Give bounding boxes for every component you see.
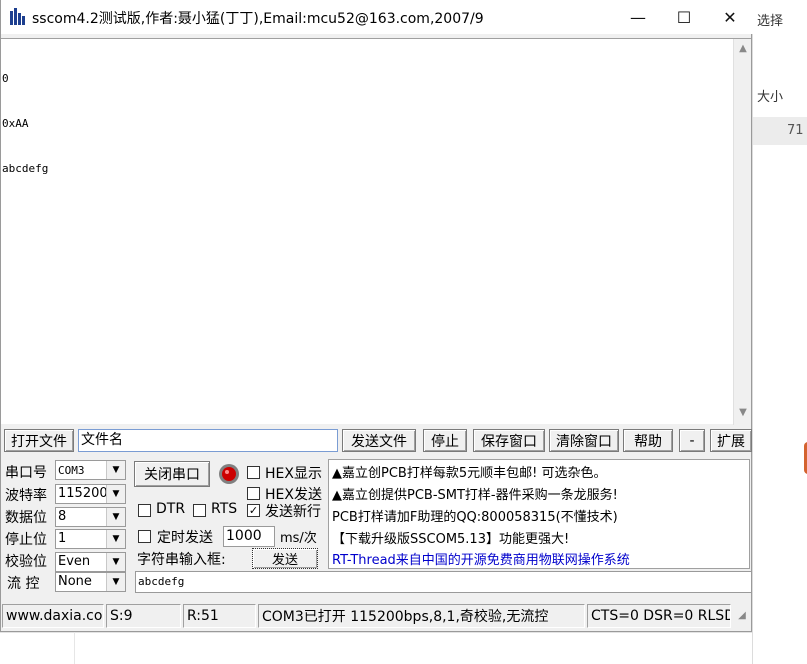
background-bottom-area [0,632,752,664]
port-select[interactable]: COM3 ▼ [55,460,126,480]
bg-label-size: 大小 [757,90,784,105]
minimize-button[interactable]: — [615,0,661,34]
databits-select-value: 8 [58,509,67,524]
parity-select-value: Even [58,554,91,569]
databits-select[interactable]: 8 ▼ [55,507,126,527]
background-divider [74,632,75,664]
hex-display-checkbox[interactable] [247,466,260,479]
help-button[interactable]: 帮助 [623,429,673,452]
info-panel: ▲嘉立创PCB打样每款5元顺丰包邮! 可选杂色。 ▲嘉立创提供PCB-SMT打样… [328,459,750,569]
baud-label: 波特率 [5,488,47,504]
info-line-1[interactable]: ▲嘉立创PCB打样每款5元顺丰包邮! 可选杂色。 [332,462,606,481]
hex-send-checkbox[interactable] [247,487,260,500]
dtr-label: DTR [156,501,186,517]
save-window-button[interactable]: 保存窗口 [473,429,545,452]
databits-label: 数据位 [5,510,47,526]
filename-field[interactable]: 文件名 [78,429,338,452]
close-port-button[interactable]: 关闭串口 [134,461,210,487]
port-status-led-icon [219,464,239,484]
parity-select[interactable]: Even ▼ [55,552,126,572]
status-port-state: COM3已打开 115200bps,8,1,奇校验,无流控 [258,604,585,628]
status-bar: www.daxia.com S:9 R:51 COM3已打开 115200bps… [1,604,753,630]
vertical-scrollbar[interactable]: ▲ ▼ [733,39,751,425]
string-input-label: 字符串输入框: [137,552,226,568]
bg-label-select: 选择 [757,14,784,29]
interval-input[interactable]: 1000 [223,526,275,547]
chevron-down-icon: ▼ [106,553,125,571]
flow-select[interactable]: None ▼ [55,572,126,592]
stopbits-select[interactable]: 1 ▼ [55,529,126,549]
timed-send-checkbox[interactable] [138,530,151,543]
rts-label: RTS [211,501,238,517]
collapse-button[interactable]: - [679,429,705,452]
baud-select-value: 115200 [58,486,108,501]
receive-line: 0xAA [2,117,29,130]
baud-select[interactable]: 115200 ▼ [55,484,126,504]
info-line-2[interactable]: ▲嘉立创提供PCB-SMT打样-器件采购一条龙服务! [332,484,618,503]
receive-text: 0 0xAA abcdefg [2,41,48,206]
send-newline-checkbox[interactable]: ✓ [247,504,260,517]
chevron-down-icon: ▼ [106,461,125,479]
send-file-button[interactable]: 发送文件 [342,429,416,452]
maximize-button[interactable]: ☐ [661,0,707,34]
scroll-up-icon[interactable]: ▲ [734,41,752,57]
receive-line: 0 [2,72,9,85]
hex-display-label: HEX显示 [265,466,322,482]
bg-selected-row: 71 [753,117,807,145]
chevron-down-icon: ▼ [106,573,125,591]
chevron-down-icon: ▼ [106,485,125,503]
status-website[interactable]: www.daxia.com [2,604,104,628]
info-line-3[interactable]: PCB打样请加F助理的QQ:800058315(不懂技术) [332,506,618,525]
status-modem-lines: CTS=0 DSR=0 RLSD=0 [587,604,731,628]
app-icon [10,8,25,25]
rts-checkbox[interactable] [193,504,206,517]
expand-button[interactable]: 扩展 [710,429,752,452]
scroll-down-icon[interactable]: ▼ [734,405,752,421]
open-file-button[interactable]: 打开文件 [4,429,74,452]
bg-row-value: 71 [787,123,804,138]
status-sent-count: S:9 [106,604,181,628]
stopbits-select-value: 1 [58,531,67,546]
send-input[interactable]: abcdefg [135,571,752,593]
timed-send-label: 定时发送 [157,530,213,546]
close-button[interactable]: ✕ [707,0,753,34]
clear-window-button[interactable]: 清除窗口 [549,429,619,452]
receive-line: abcdefg [2,162,49,175]
title-bar[interactable]: sscom4.2测试版,作者:聂小猛(丁丁),Email:mcu52@163.c… [1,0,753,34]
port-select-value: COM3 [58,464,85,477]
status-received-count: R:51 [183,604,256,628]
send-button[interactable]: 发送 [252,548,318,569]
dtr-checkbox[interactable] [138,504,151,517]
send-newline-label: 发送新行 [265,504,321,520]
flow-label: 流 控 [7,576,40,592]
port-label: 串口号 [5,465,47,481]
parity-label: 校验位 [5,554,47,570]
flow-select-value: None [58,574,92,589]
receive-area[interactable]: 0 0xAA abcdefg ▲ ▼ [1,38,751,425]
resize-grip-icon[interactable]: ◢ [733,604,751,628]
window-title: sscom4.2测试版,作者:聂小猛(丁丁),Email:mcu52@163.c… [32,11,484,27]
chevron-down-icon: ▼ [106,530,125,548]
info-line-4[interactable]: 【下载升级版SSCOM5.13】功能更强大! [332,528,569,547]
sscom-window: sscom4.2测试版,作者:聂小猛(丁丁),Email:mcu52@163.c… [0,0,753,632]
stop-button[interactable]: 停止 [423,429,467,452]
interval-unit-label: ms/次 [280,531,317,546]
stopbits-label: 停止位 [5,532,47,548]
chevron-down-icon: ▼ [106,508,125,526]
background-window: 选择 大小 71 [752,0,807,664]
info-link-rtthread[interactable]: RT-Thread来自中国的开源免费商用物联网操作系统 [332,549,630,568]
